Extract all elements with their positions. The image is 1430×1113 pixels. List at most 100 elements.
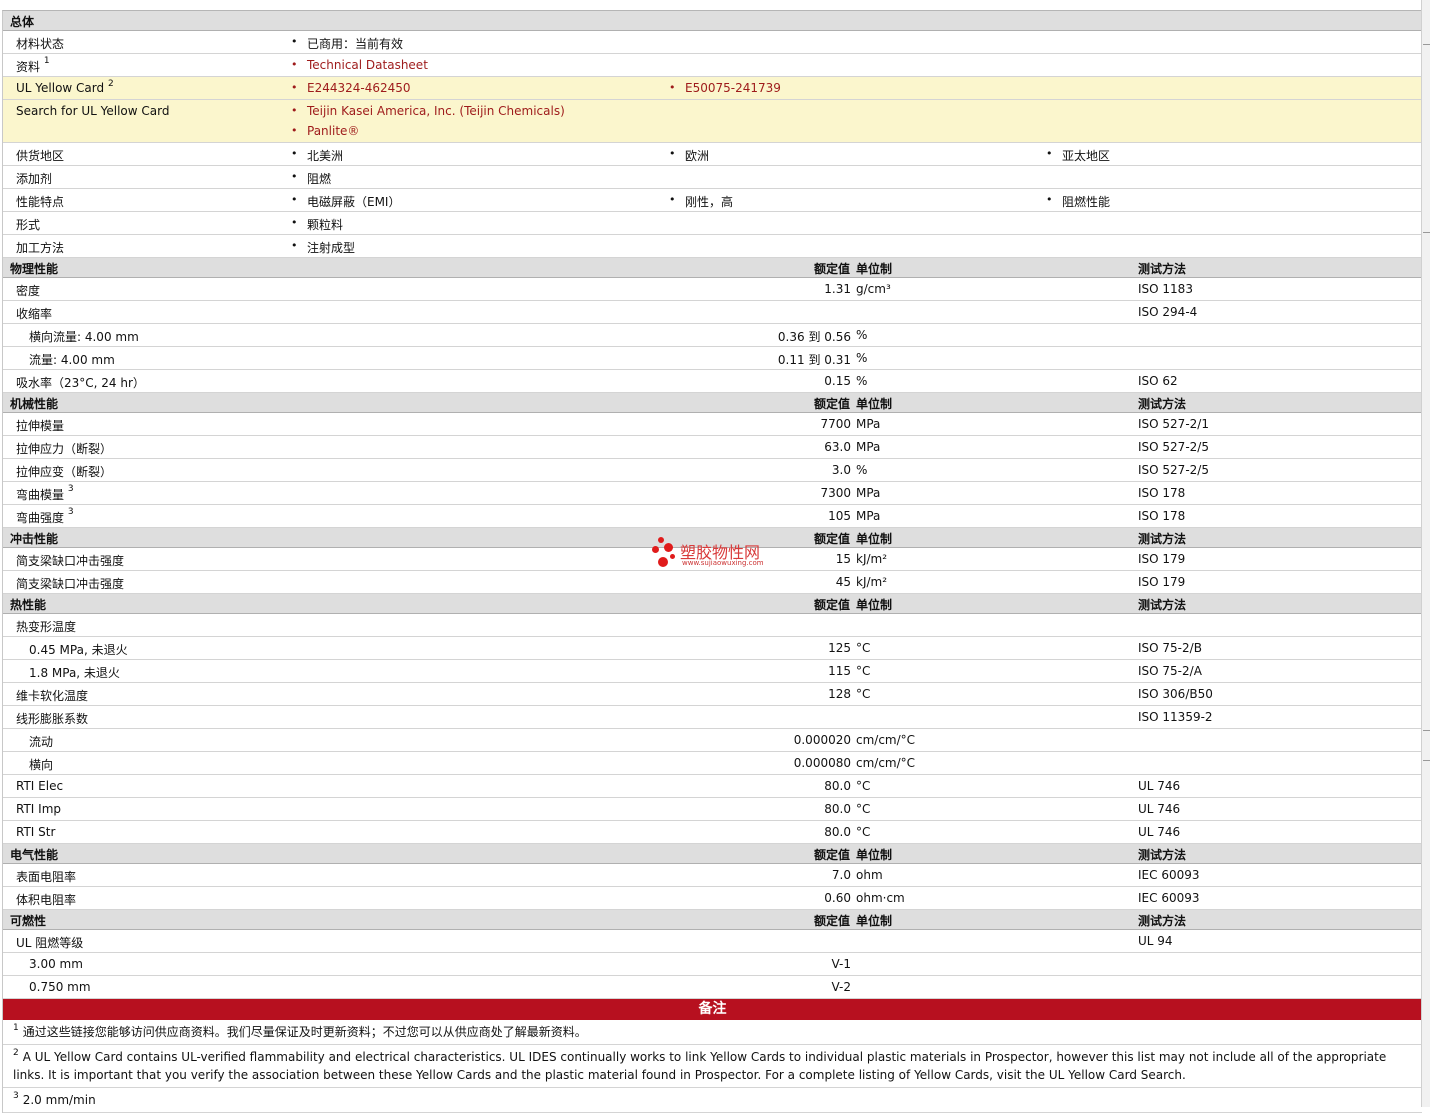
property-method: ISO 62 [1138, 374, 1178, 388]
header-value: 额定值 [813, 598, 850, 612]
property-label: 流量: 4.00 mm [29, 353, 115, 367]
property-method: ISO 11359-2 [1138, 710, 1213, 724]
property-value: 7700 [820, 417, 851, 431]
property-row: 弯曲模量 3 7300 MPa ISO 178 [3, 482, 1422, 505]
thermal-rows: 热变形温度 0.45 MPa, 未退火 125 °C ISO 75-2/B 1.8 MPa… [3, 614, 1422, 844]
property-unit: °C [856, 664, 871, 678]
section-title: 总体 [10, 15, 35, 29]
search-link-teijin[interactable]: Teijin Kasei America, Inc. (Teijin Chemi… [291, 104, 565, 118]
property-row: RTI Imp 80.0 °C UL 746 [3, 798, 1422, 821]
property-value: 80.0 [824, 779, 851, 793]
property-method: UL 746 [1138, 802, 1181, 816]
row-form: 形式 颗粒料 [3, 212, 1422, 235]
electrical-rows: 表面电阻率 7.0 ohm IEC 60093 体积电阻率 0.60 ohm·cm IEC 6… [3, 864, 1422, 910]
property-label: 弯曲强度 3 [16, 507, 74, 525]
header-value: 额定值 [813, 848, 850, 862]
header-method: 测试方法 [1138, 914, 1187, 928]
property-row: 流量: 4.00 mm 0.11 到 0.31% [3, 347, 1422, 370]
watermark-url: www.sujiaowuxing.com [682, 559, 764, 567]
scroll-tick [1423, 232, 1430, 233]
property-method: ISO 527-2/1 [1138, 417, 1209, 431]
property-label: 热变形温度 [16, 620, 77, 634]
property-label: 横向流量: 4.00 mm [29, 330, 139, 344]
yellow-card-link-1[interactable]: E244324-462450 [291, 81, 410, 95]
section-general: 总体 [3, 11, 1422, 31]
property-method: ISO 1183 [1138, 282, 1193, 296]
property-method: ISO 75-2/A [1138, 664, 1202, 678]
yellow-card-link-2[interactable]: E50075-241739 [669, 81, 781, 95]
property-unit: kJ/m² [856, 575, 888, 589]
row-supply-region: 供货地区 北美洲 欧洲 亚太地区 [3, 143, 1422, 166]
search-link-panlite[interactable]: Panlite® [291, 124, 360, 138]
scroll-tick [1423, 730, 1430, 731]
property-value: 45 [835, 575, 851, 589]
property-value: 0.11 到 0.31 [777, 353, 851, 367]
vertical-scrollbar[interactable] [1421, 0, 1430, 1107]
property-label: 拉伸模量 [16, 419, 65, 433]
property-unit: MPa [856, 509, 881, 523]
logo-dot [658, 557, 668, 567]
property-method: ISO 527-2/5 [1138, 463, 1209, 477]
property-row: 拉伸模量 7700 MPa ISO 527-2/1 [3, 413, 1422, 436]
property-row: 密度 1.31 g/cm³ ISO 1183 [3, 278, 1422, 301]
property-value: 63.0 [824, 440, 851, 454]
row-documents: 资料 1 Technical Datasheet [3, 54, 1422, 77]
property-label: RTI Str [16, 825, 56, 839]
property-unit: ohm [856, 868, 883, 882]
property-method: UL 94 [1138, 934, 1173, 948]
row-label: 形式 [16, 218, 41, 232]
property-method: ISO 527-2/5 [1138, 440, 1209, 454]
property-label: 流动 [29, 735, 54, 749]
section-physical: 物理性能 额定值 单位制 测试方法 [3, 258, 1422, 278]
header-unit: 单位制 [856, 262, 893, 276]
property-label: 维卡软化温度 [16, 689, 89, 703]
property-value: V-1 [831, 957, 851, 971]
property-row: 收缩率 ISO 294-4 [3, 301, 1422, 324]
header-unit: 单位制 [856, 598, 893, 612]
property-unit: °C [856, 687, 871, 701]
row-processing: 加工方法 注射成型 [3, 235, 1422, 258]
note-2: 2A UL Yellow Card contains UL-verified f… [3, 1045, 1422, 1088]
property-row: 弯曲强度 3 105 MPa ISO 178 [3, 505, 1422, 528]
property-method: ISO 178 [1138, 486, 1186, 500]
property-row: 吸水率（23°C, 24 hr） 0.15% ISO 62 [3, 370, 1422, 393]
property-unit: g/cm³ [856, 282, 891, 296]
property-row: 热变形温度 [3, 614, 1422, 637]
header-method: 测试方法 [1138, 598, 1187, 612]
property-unit: cm/cm/°C [856, 733, 916, 747]
property-unit: °C [856, 825, 871, 839]
row-value: 亚太地区 [1046, 147, 1110, 164]
property-value: 115 [828, 664, 851, 678]
property-value: 125 [828, 641, 851, 655]
property-value: 80.0 [824, 825, 851, 839]
property-row: UL 阻燃等级 UL 94 [3, 930, 1422, 953]
property-unit: °C [856, 641, 871, 655]
row-value: 阻燃 [291, 170, 331, 187]
property-value: 80.0 [824, 802, 851, 816]
property-unit: MPa [856, 440, 881, 454]
property-row: 0.45 MPa, 未退火 125 °C ISO 75-2/B [3, 637, 1422, 660]
property-method: IEC 60093 [1138, 891, 1200, 905]
property-value: 1.31 [824, 282, 851, 296]
header-method: 测试方法 [1138, 262, 1187, 276]
row-additives: 添加剂 阻燃 [3, 166, 1422, 189]
property-value: 0.36 到 0.56 [777, 330, 851, 344]
property-method: ISO 75-2/B [1138, 641, 1202, 655]
row-value: 欧洲 [669, 147, 709, 164]
property-unit: % [856, 374, 868, 388]
property-row: 流动 0.000020 cm/cm/°C [3, 729, 1422, 752]
property-label: 简支梁缺口冲击强度 [16, 554, 125, 568]
property-unit: % [856, 328, 868, 342]
property-value: 105 [828, 509, 851, 523]
property-row: RTI Str 80.0 °C UL 746 [3, 821, 1422, 844]
header-method: 测试方法 [1138, 397, 1187, 411]
row-label: 加工方法 [16, 241, 65, 255]
property-label: 密度 [16, 284, 41, 298]
property-method: IEC 60093 [1138, 868, 1200, 882]
logo-dot [652, 546, 659, 553]
property-row: RTI Elec 80.0 °C UL 746 [3, 775, 1422, 798]
technical-datasheet-link[interactable]: Technical Datasheet [291, 58, 428, 72]
property-label: 表面电阻率 [16, 870, 77, 884]
section-mechanical: 机械性能 额定值 单位制 测试方法 [3, 393, 1422, 413]
watermark-logo: 塑胶物性网 www.sujiaowuxing.com [652, 537, 782, 571]
